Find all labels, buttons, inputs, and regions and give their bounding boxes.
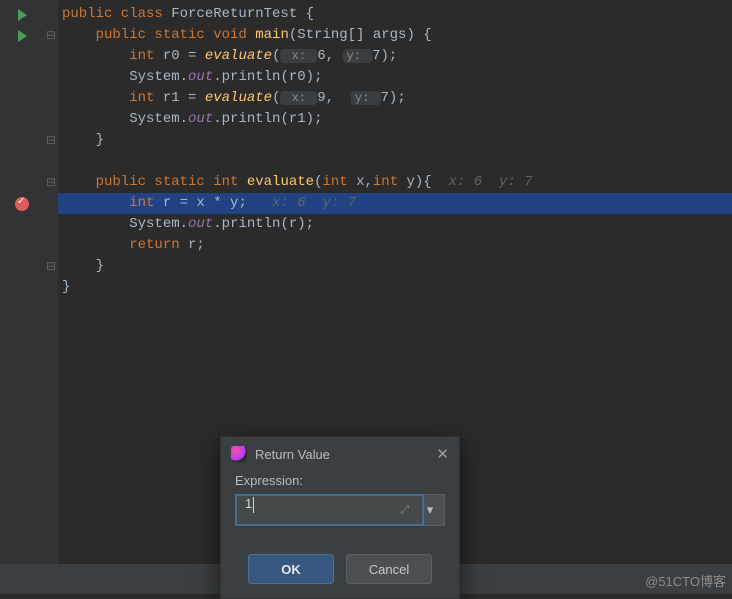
code-line: return r; — [58, 235, 732, 256]
breakpoint-icon[interactable] — [15, 197, 29, 211]
code-line — [58, 151, 732, 172]
return-value-dialog: Return Value ✕ Expression: 1 ⤢ ▾ OK Canc… — [220, 436, 460, 599]
code-line: } — [58, 277, 732, 298]
expression-label: Expression: — [235, 473, 445, 488]
code-line: public class ForceReturnTest { — [58, 4, 732, 25]
code-line: public static void main(String[] args) { — [58, 25, 732, 46]
fold-end-icon[interactable]: ⊟ — [44, 130, 58, 151]
ok-button[interactable]: OK — [248, 554, 334, 584]
code-line: } — [58, 256, 732, 277]
run-icon[interactable] — [18, 9, 27, 21]
watermark: @51CTO博客 — [645, 571, 726, 590]
code-line: System.out.println(r); — [58, 214, 732, 235]
close-icon[interactable]: ✕ — [436, 445, 449, 463]
cancel-button[interactable]: Cancel — [346, 554, 432, 584]
text-caret — [253, 497, 254, 513]
code-line: System.out.println(r0); — [58, 67, 732, 88]
code-line: int r0 = evaluate( x: 6, y: 7); — [58, 46, 732, 67]
code-line: System.out.println(r1); — [58, 109, 732, 130]
run-icon[interactable] — [18, 30, 27, 42]
code-line: } — [58, 130, 732, 151]
fold-end-icon[interactable]: ⊟ — [44, 256, 58, 277]
dialog-title: Return Value — [255, 447, 330, 462]
gutter — [0, 0, 44, 594]
fold-icon[interactable]: ⊟ — [44, 172, 58, 193]
intellij-icon — [231, 446, 247, 462]
code-line: public static int evaluate(int x,int y){… — [58, 172, 732, 193]
expression-input[interactable]: 1 — [235, 494, 424, 526]
fold-icon[interactable]: ⊟ — [44, 25, 58, 46]
fold-column: ⊟ ⊟ ⊟ ⊟ — [44, 0, 58, 594]
dialog-titlebar[interactable]: Return Value ✕ — [221, 437, 459, 469]
code-line: int r1 = evaluate( x: 9, y: 7); — [58, 88, 732, 109]
